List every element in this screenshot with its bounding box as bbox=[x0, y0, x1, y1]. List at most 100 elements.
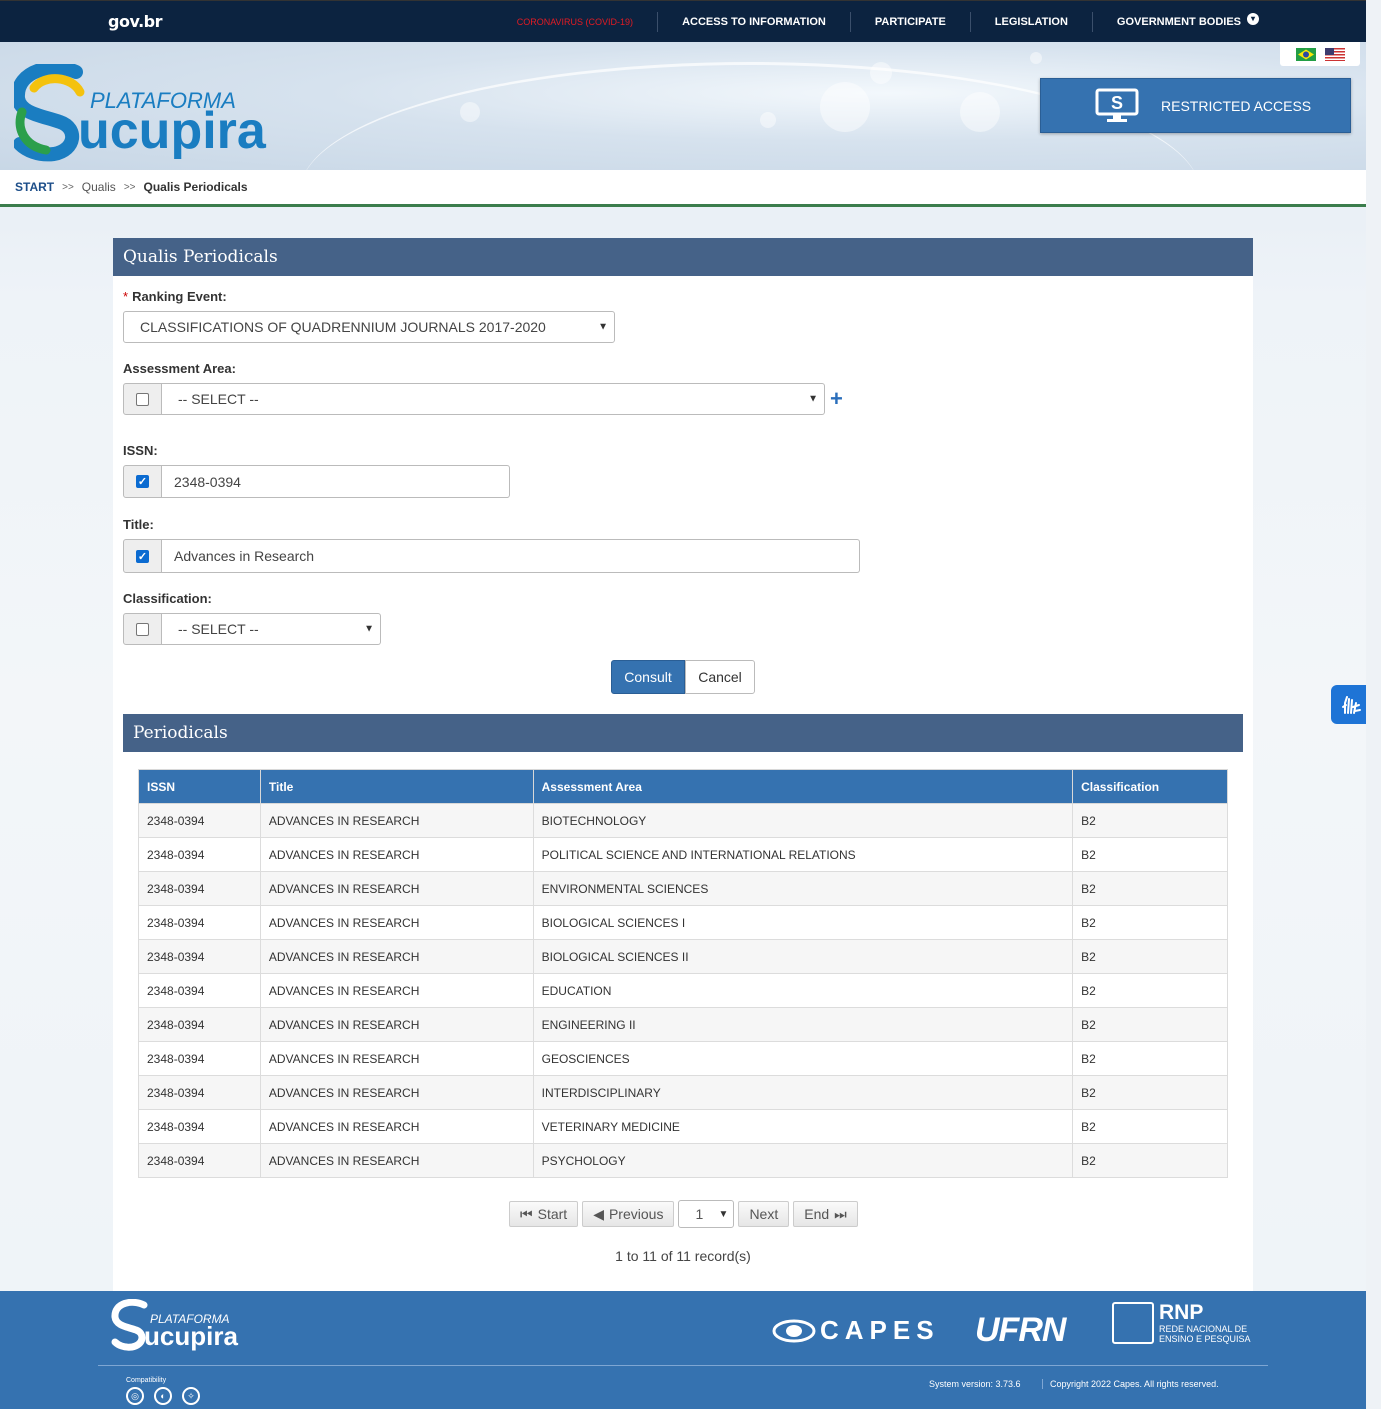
breadcrumb-start[interactable]: START bbox=[15, 180, 54, 194]
classification-checkbox[interactable] bbox=[136, 622, 149, 636]
cell-classification: B2 bbox=[1072, 905, 1228, 940]
issn-checkbox[interactable]: ✓ bbox=[136, 475, 149, 488]
records-count: 1 to 11 of 11 record(s) bbox=[615, 1248, 751, 1264]
cancel-button[interactable]: Cancel bbox=[685, 660, 755, 694]
table-row: 2348-0394 ADVANCES IN RESEARCH VETERINARY … bbox=[138, 1109, 1228, 1144]
table-row: 2348-0394 ADVANCES IN RESEARCH EDUCATION B2 bbox=[138, 973, 1228, 1008]
sucupira-logo[interactable]: PLATAFORMA ucupira bbox=[14, 64, 294, 164]
capes-text: CAPES bbox=[820, 1315, 940, 1345]
cell-title: ADVANCES IN RESEARCH bbox=[259, 973, 534, 1008]
cell-title: ADVANCES IN RESEARCH bbox=[259, 1075, 534, 1110]
cell-assessment-area: GEOSCIENCES bbox=[532, 1041, 1074, 1076]
nav-government-bodies-label: GOVERNMENT BODIES bbox=[1116, 16, 1241, 28]
monitor-s-icon: S bbox=[1095, 88, 1139, 122]
system-version: System version: 3.73.6 bbox=[929, 1379, 1021, 1389]
last-page-icon: ⏭ bbox=[834, 1205, 847, 1222]
nav-legislation[interactable]: LEGISLATION bbox=[969, 12, 1092, 32]
page-select[interactable]: 1 ▼ bbox=[678, 1200, 735, 1228]
cell-assessment-area: BIOLOGICAL SCIENCES II bbox=[532, 939, 1074, 974]
title-checkbox[interactable]: ✓ bbox=[136, 549, 149, 563]
chevron-down-icon: ▼ bbox=[718, 1208, 729, 1220]
cell-issn: 2348-0394 bbox=[138, 803, 261, 838]
issn-checkbox-addon: ✓ bbox=[123, 465, 162, 498]
usa-flag-icon[interactable] bbox=[1324, 47, 1345, 61]
table-row: 2348-0394 ADVANCES IN RESEARCH PSYCHOLOGY B… bbox=[138, 1143, 1228, 1178]
chrome-icon: ◎ bbox=[126, 1387, 144, 1405]
assessment-area-checkbox[interactable] bbox=[136, 392, 149, 406]
bubble-decoration bbox=[460, 102, 480, 122]
rnp-subtitle-2: ENSINO E PESQUISA bbox=[1159, 1334, 1251, 1344]
cell-assessment-area: BIOLOGICAL SCIENCES I bbox=[532, 905, 1074, 940]
footer-divider bbox=[98, 1365, 1268, 1366]
assessment-area-select[interactable]: -- SELECT -- ▼ bbox=[162, 383, 825, 415]
page-select-value: 1 bbox=[695, 1206, 704, 1222]
ranking-event-label: * Ranking Event: bbox=[123, 289, 227, 304]
cell-title: ADVANCES IN RESEARCH bbox=[259, 837, 534, 872]
cell-issn: 2348-0394 bbox=[138, 871, 261, 906]
cell-title: ADVANCES IN RESEARCH bbox=[259, 1041, 534, 1076]
cell-title: ADVANCES IN RESEARCH bbox=[259, 1007, 534, 1042]
cell-classification: B2 bbox=[1072, 837, 1228, 872]
ranking-event-select[interactable]: CLASSIFICATIONS OF QUADRENNIUM JOURNALS … bbox=[123, 311, 615, 343]
form-actions: Consult Cancel bbox=[611, 660, 755, 694]
cell-title: ADVANCES IN RESEARCH bbox=[259, 905, 534, 940]
assessment-area-checkbox-addon bbox=[123, 383, 162, 415]
title-value: Advances in Research bbox=[174, 548, 315, 564]
bubble-decoration bbox=[870, 62, 892, 84]
cell-assessment-area: PSYCHOLOGY bbox=[532, 1143, 1074, 1178]
language-switcher bbox=[1280, 42, 1360, 66]
cell-issn: 2348-0394 bbox=[138, 939, 261, 974]
cell-issn: 2348-0394 bbox=[138, 1007, 261, 1042]
previous-page-button[interactable]: ◀ Previous bbox=[582, 1201, 675, 1227]
footer-sucupira-logo[interactable]: PLATAFORMA ucupira bbox=[110, 1299, 260, 1355]
cell-classification: B2 bbox=[1072, 973, 1228, 1008]
table-row: 2348-0394 ADVANCES IN RESEARCH BIOLOGICAL … bbox=[138, 939, 1228, 974]
brazil-flag-icon[interactable] bbox=[1295, 47, 1316, 61]
issn-input[interactable]: 2348-0394 bbox=[162, 465, 510, 498]
previous-label: Previous bbox=[608, 1206, 664, 1222]
first-page-icon: ⏮ bbox=[520, 1205, 533, 1222]
breadcrumb-qualis[interactable]: Qualis bbox=[82, 180, 116, 194]
classification-checkbox-addon bbox=[123, 613, 162, 645]
classification-label: Classification: bbox=[123, 591, 212, 606]
column-header-assessment-area[interactable]: Assessment Area bbox=[532, 769, 1074, 804]
end-page-button[interactable]: End ⏭ bbox=[793, 1201, 858, 1227]
firefox-icon: ◐ bbox=[154, 1387, 172, 1405]
gov-topbar: gov.br CORONAVIRUS (COVID-19) ACCESS TO … bbox=[0, 0, 1366, 42]
cell-issn: 2348-0394 bbox=[138, 1109, 261, 1144]
assessment-area-label: Assessment Area: bbox=[123, 361, 236, 376]
copyright: Copyright 2022 Capes. All rights reserve… bbox=[1042, 1379, 1219, 1389]
column-header-issn[interactable]: ISSN bbox=[138, 769, 261, 804]
nav-participate[interactable]: PARTICIPATE bbox=[849, 12, 970, 32]
start-label: Start bbox=[537, 1206, 568, 1222]
capes-logo[interactable]: CAPES bbox=[772, 1315, 940, 1346]
consult-button[interactable]: Consult bbox=[611, 660, 685, 694]
cell-assessment-area: BIOTECHNOLOGY bbox=[532, 803, 1074, 838]
cell-assessment-area: EDUCATION bbox=[532, 973, 1074, 1008]
bubble-decoration bbox=[1030, 52, 1042, 64]
nav-government-bodies[interactable]: GOVERNMENT BODIES ▾ bbox=[1091, 12, 1259, 32]
table-row: 2348-0394 ADVANCES IN RESEARCH POLITICAL S… bbox=[138, 837, 1228, 872]
restricted-access-button[interactable]: S RESTRICTED ACCESS bbox=[1040, 78, 1351, 133]
rnp-logo[interactable]: RNP REDE NACIONAL DE ENSINO E PESQUISA bbox=[1112, 1302, 1251, 1344]
title-input[interactable]: Advances in Research bbox=[162, 539, 860, 573]
start-page-button[interactable]: ⏮ Start bbox=[509, 1201, 579, 1227]
svg-text:S: S bbox=[1111, 93, 1123, 113]
nav-covid[interactable]: CORONAVIRUS (COVID-19) bbox=[517, 12, 657, 32]
column-header-classification[interactable]: Classification bbox=[1072, 769, 1228, 804]
cell-classification: B2 bbox=[1072, 1143, 1228, 1178]
sign-language-button[interactable] bbox=[1331, 685, 1366, 724]
panel-title: Qualis Periodicals bbox=[113, 238, 1253, 276]
page: gov.br CORONAVIRUS (COVID-19) ACCESS TO … bbox=[0, 0, 1366, 1409]
column-header-title[interactable]: Title bbox=[259, 769, 534, 804]
issn-group: ✓ 2348-0394 bbox=[123, 465, 510, 498]
compatibility-label: Compatibility bbox=[126, 1377, 167, 1384]
next-page-button[interactable]: Next bbox=[738, 1201, 790, 1227]
ufrn-logo[interactable]: UFRN bbox=[975, 1311, 1066, 1350]
issn-label: ISSN: bbox=[123, 443, 158, 458]
classification-select[interactable]: -- SELECT -- ▼ bbox=[162, 613, 381, 645]
previous-icon: ◀ bbox=[593, 1205, 604, 1222]
plus-icon[interactable]: + bbox=[830, 386, 843, 412]
govbr-logo[interactable]: gov.br bbox=[108, 12, 163, 31]
nav-access-information[interactable]: ACCESS TO INFORMATION bbox=[657, 12, 850, 32]
